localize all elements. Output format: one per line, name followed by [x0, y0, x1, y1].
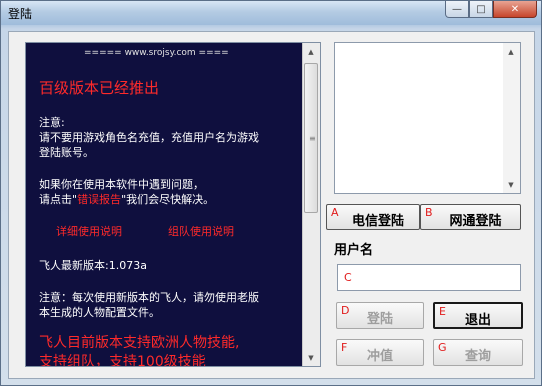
problem-text-b: "我们会尽快解决。 [121, 193, 215, 206]
site-banner[interactable]: ===== www.srojsy.com ==== [84, 46, 229, 61]
notice-scrollbar[interactable]: ▲ ≡ ▼ [302, 43, 320, 366]
query-button[interactable]: G 查询 [433, 339, 523, 366]
exit-label: 退出 [464, 313, 491, 328]
bottom-line-2: 支持组队，支持100级技能 [39, 354, 206, 367]
problem-line-1: 如果你在使用本软件中遇到问题， [39, 178, 204, 191]
login-label: 登陆 [366, 312, 393, 327]
grip-icon: ≡ [309, 134, 316, 143]
maximize-button[interactable]: □ [469, 1, 493, 18]
login-window: 登陆 — □ ✕ ===== www.srojsy.com ==== 百级版本已… [0, 0, 542, 386]
team-instructions-link[interactable]: 组队使用说明 [168, 224, 234, 239]
minimize-icon: — [452, 3, 462, 15]
bottom-line-1: 飞人目前版本支持欧洲人物技能, [39, 335, 240, 351]
list-scroll-down-icon[interactable]: ▼ [503, 176, 519, 193]
recharge-button[interactable]: F 冲值 [336, 339, 424, 366]
username-input[interactable] [356, 268, 520, 288]
username-label: 用户名 [334, 243, 374, 258]
netcom-label: 网通登陆 [449, 214, 502, 229]
close-icon: ✕ [510, 3, 520, 15]
notice-panel: ===== www.srojsy.com ==== 百级版本已经推出 注意: 请… [25, 42, 321, 367]
minimize-button[interactable]: — [445, 1, 469, 18]
detail-instructions-link[interactable]: 详细使用说明 [56, 224, 122, 239]
query-label: 查询 [464, 349, 491, 364]
notice2-line-1: 注意：每次使用新版本的飞人，请勿使用老版 [39, 291, 259, 304]
scrollbar-thumb[interactable]: ≡ [304, 63, 318, 213]
notice-content: ===== www.srojsy.com ==== 百级版本已经推出 注意: 请… [26, 43, 304, 367]
client-area: ===== www.srojsy.com ==== 百级版本已经推出 注意: 请… [8, 31, 535, 379]
exit-button[interactable]: E 退出 [433, 302, 523, 329]
scroll-down-arrow-icon[interactable]: ▼ [303, 349, 319, 366]
username-field[interactable]: C [337, 264, 521, 291]
note-line-1: 请不要用游戏角色名充值，充值用户名为游戏 [39, 131, 259, 144]
telecom-label: 电信登陆 [351, 214, 404, 229]
recharge-label: 冲值 [366, 349, 393, 364]
problem-text-a: 请点击" [39, 193, 78, 206]
title-bar[interactable]: 登陆 — □ ✕ [1, 1, 541, 25]
note-title: 注意: [39, 116, 65, 129]
username-letter: C [344, 271, 352, 284]
scroll-up-arrow-icon[interactable]: ▲ [303, 43, 319, 60]
error-report-link[interactable]: 错误报告 [77, 193, 121, 206]
version-line: 飞人最新版本:1.073a [39, 259, 147, 272]
server-list[interactable]: ▲ ▼ [334, 42, 521, 194]
list-scroll-up-icon[interactable]: ▲ [503, 43, 519, 60]
note-line-2: 登陆账号。 [39, 146, 94, 159]
window-title: 登陆 [8, 7, 33, 21]
notice2-line-2: 本生成的人物配置文件。 [39, 306, 160, 319]
problem-line-2: 请点击"错误报告"我们会尽快解决。 [39, 192, 214, 207]
window-controls: — □ ✕ [445, 1, 537, 19]
headline: 百级版本已经推出 [39, 79, 160, 97]
maximize-icon: □ [476, 3, 486, 15]
netcom-login-button[interactable]: B 网通登陆 [420, 204, 521, 230]
telecom-login-button[interactable]: A 电信登陆 [326, 204, 420, 230]
login-button[interactable]: D 登陆 [336, 302, 424, 329]
server-list-scrollbar[interactable]: ▲ ▼ [503, 43, 520, 193]
close-button[interactable]: ✕ [493, 1, 537, 18]
